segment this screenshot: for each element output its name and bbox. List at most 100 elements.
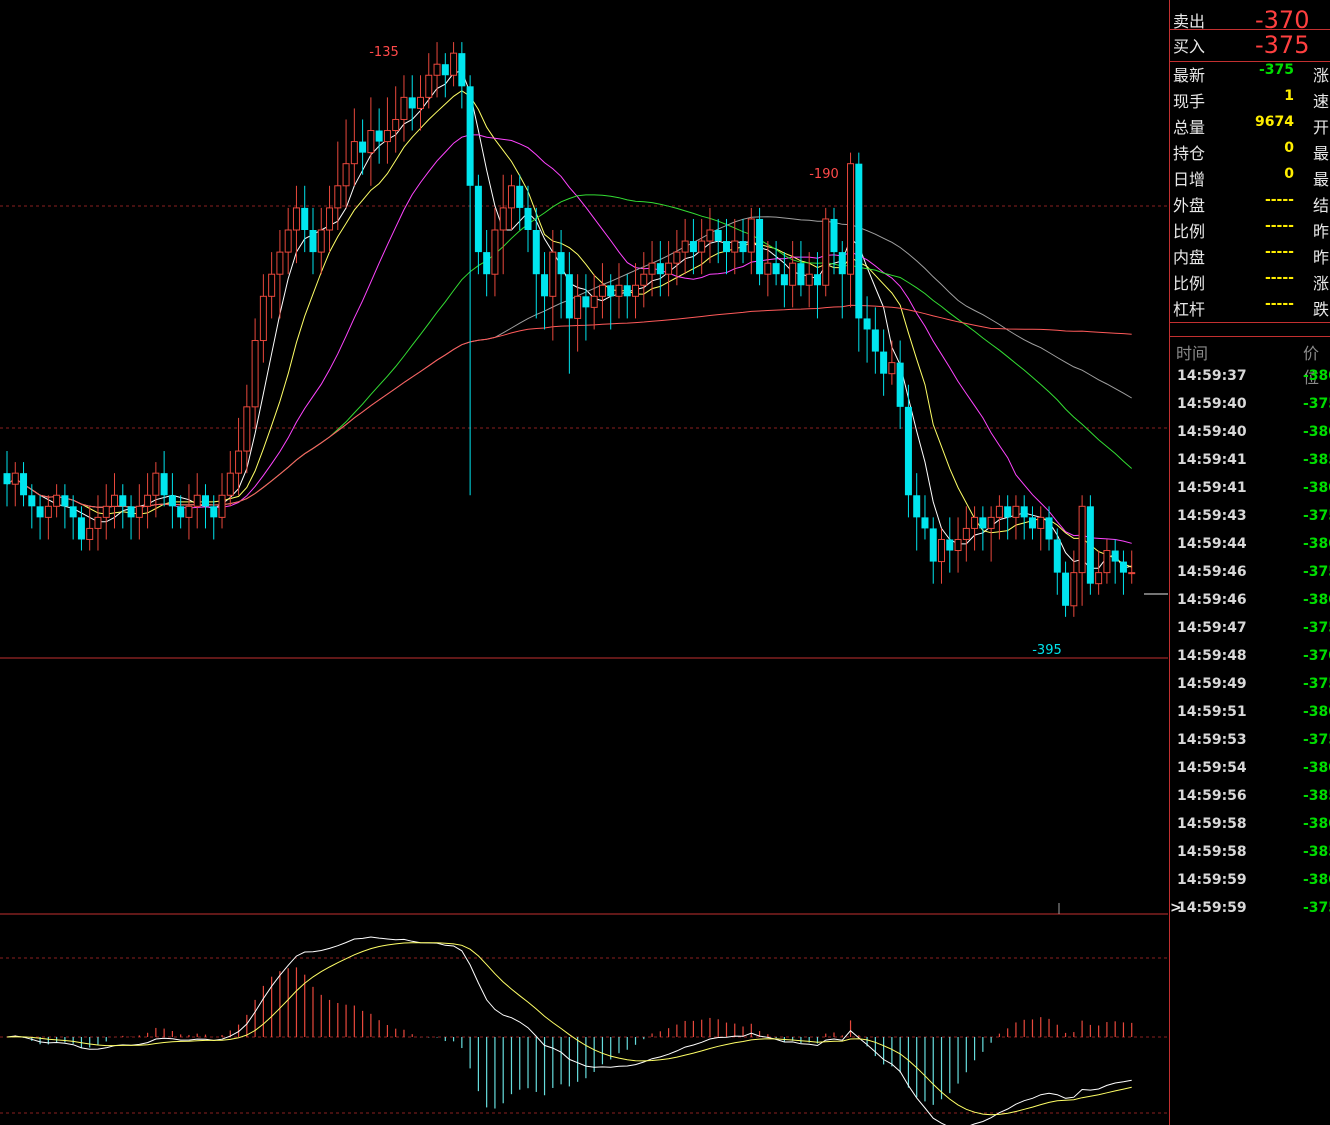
tick-row[interactable]: 14:59:56 -385 (1170, 788, 1330, 816)
divider (1170, 336, 1330, 337)
tick-row[interactable]: 14:59:43 -375 (1170, 508, 1330, 536)
quote-extra-label: 昨 (1313, 222, 1330, 241)
candle-body (235, 450, 243, 474)
candle-body (417, 96, 424, 109)
tick-row[interactable]: 14:59:58 -385 (1170, 844, 1330, 872)
tick-row[interactable]: 14:59:40 -380 (1170, 424, 1330, 452)
quote-row[interactable]: 日增 0 最 (1173, 166, 1330, 192)
candle-body (590, 295, 598, 308)
tick-row[interactable]: 14:59:37 -380 (1170, 368, 1330, 396)
quote-row[interactable]: 内盘 ----- 昨 (1173, 244, 1330, 270)
candle-body (772, 263, 780, 275)
tick-row[interactable]: 14:59:49 -375 (1170, 676, 1330, 704)
candle (326, 185, 334, 253)
tick-row[interactable]: 14:59:40 -375 (1170, 396, 1330, 424)
quote-extra-label: 涨 (1313, 274, 1330, 293)
candle-body (292, 207, 300, 231)
quote-panel: 卖出 -370 买入 -375 最新 -375 涨现手 1 速总量 9674 开持仓 0 最日增… (1169, 0, 1330, 1125)
candle-body (53, 494, 61, 507)
candle-body (714, 230, 722, 242)
tick-row[interactable]: >14:59:59-375 (1170, 900, 1330, 928)
candle (987, 506, 995, 562)
tick-row[interactable]: 14:59:51 -380 (1170, 704, 1330, 732)
candle (44, 495, 52, 540)
candle-body (1045, 517, 1053, 540)
candle (1103, 539, 1111, 584)
candle-body (210, 506, 218, 518)
tick-row[interactable]: 14:59:58 -380 (1170, 816, 1330, 844)
candle-body (1095, 572, 1103, 585)
quote-row[interactable]: 最新 -375 涨 (1173, 62, 1330, 88)
candle-body (326, 207, 334, 231)
quote-label: 杠杆 (1173, 300, 1206, 319)
candle (590, 274, 598, 330)
candle-body (317, 229, 325, 253)
candle (491, 207, 499, 297)
candle-body (69, 506, 77, 518)
tick-row[interactable]: 14:59:41 -385 (1170, 452, 1330, 480)
tick-row[interactable]: 14:59:46 -375 (1170, 564, 1330, 592)
divider (1170, 322, 1330, 323)
quote-row[interactable]: 持仓 0 最 (1173, 140, 1330, 166)
candle-body (871, 329, 879, 352)
tick-time: 14:59:59 (1177, 900, 1247, 916)
tick-price: -380 (1303, 872, 1330, 888)
tick-row[interactable]: 14:59:41 -380 (1170, 480, 1330, 508)
quote-row[interactable]: 杠杆 ----- 跌 (1173, 296, 1330, 322)
candle (1128, 550, 1136, 584)
quote-extra-label: 结 (1313, 196, 1330, 215)
candle (1053, 528, 1061, 595)
candle (979, 506, 987, 551)
candle (756, 207, 764, 286)
candle-body (507, 185, 515, 209)
quote-label: 外盘 (1173, 196, 1206, 215)
candle-body (491, 229, 499, 275)
quote-row[interactable]: 总量 9674 开 (1173, 114, 1330, 140)
candle (524, 185, 532, 253)
quote-value: ----- (1264, 270, 1294, 286)
tick-price: -375 (1303, 564, 1330, 580)
candle (193, 473, 201, 529)
quote-value: 1 (1284, 88, 1294, 104)
tick-row[interactable]: 14:59:46 -380 (1170, 592, 1330, 620)
tick-price: -380 (1303, 424, 1330, 440)
candle-body (1103, 550, 1111, 574)
candle (483, 230, 491, 297)
quote-row[interactable]: 外盘 ----- 结 (1173, 192, 1330, 218)
candle-body (623, 285, 631, 297)
candle-body (44, 505, 52, 518)
quote-row[interactable]: 比例 ----- 涨 (1173, 270, 1330, 296)
tick-row[interactable]: 14:59:54 -380 (1170, 760, 1330, 788)
tick-row[interactable]: 14:59:47 -375 (1170, 620, 1330, 648)
candle-body (1020, 506, 1028, 518)
quote-row[interactable]: 现手 1 速 (1173, 88, 1330, 114)
tick-price: -385 (1303, 452, 1330, 468)
tick-row[interactable]: 14:59:53 -375 (1170, 732, 1330, 760)
candle (425, 53, 433, 109)
tick-price: -375 (1303, 732, 1330, 748)
tick-row[interactable]: 14:59:48 -370 (1170, 648, 1330, 676)
candle (36, 495, 44, 540)
candle (722, 218, 730, 275)
candle (871, 307, 879, 374)
candle (822, 207, 830, 297)
candle-body (367, 130, 375, 154)
candle (888, 340, 896, 385)
candle (218, 473, 226, 529)
quote-label: 最新 (1173, 66, 1206, 85)
candle-body (739, 241, 747, 253)
candle-body (855, 163, 863, 319)
buy-row[interactable]: 买入 -375 (1173, 25, 1330, 59)
candle-body (350, 141, 358, 165)
kline-chart[interactable]: -135 -190 -395 (0, 0, 1170, 1125)
candle-body (929, 528, 937, 562)
candle-body (375, 130, 383, 142)
tick-row[interactable]: 14:59:59 -380 (1170, 872, 1330, 900)
tick-time: 14:59:51 (1177, 704, 1247, 720)
candle-body (342, 163, 350, 187)
quote-row[interactable]: 比例 ----- 昨 (1173, 218, 1330, 244)
tick-row[interactable]: 14:59:44 -380 (1170, 536, 1330, 564)
candle (119, 484, 127, 529)
tick-price: -380 (1303, 816, 1330, 832)
candle-body (582, 296, 590, 308)
